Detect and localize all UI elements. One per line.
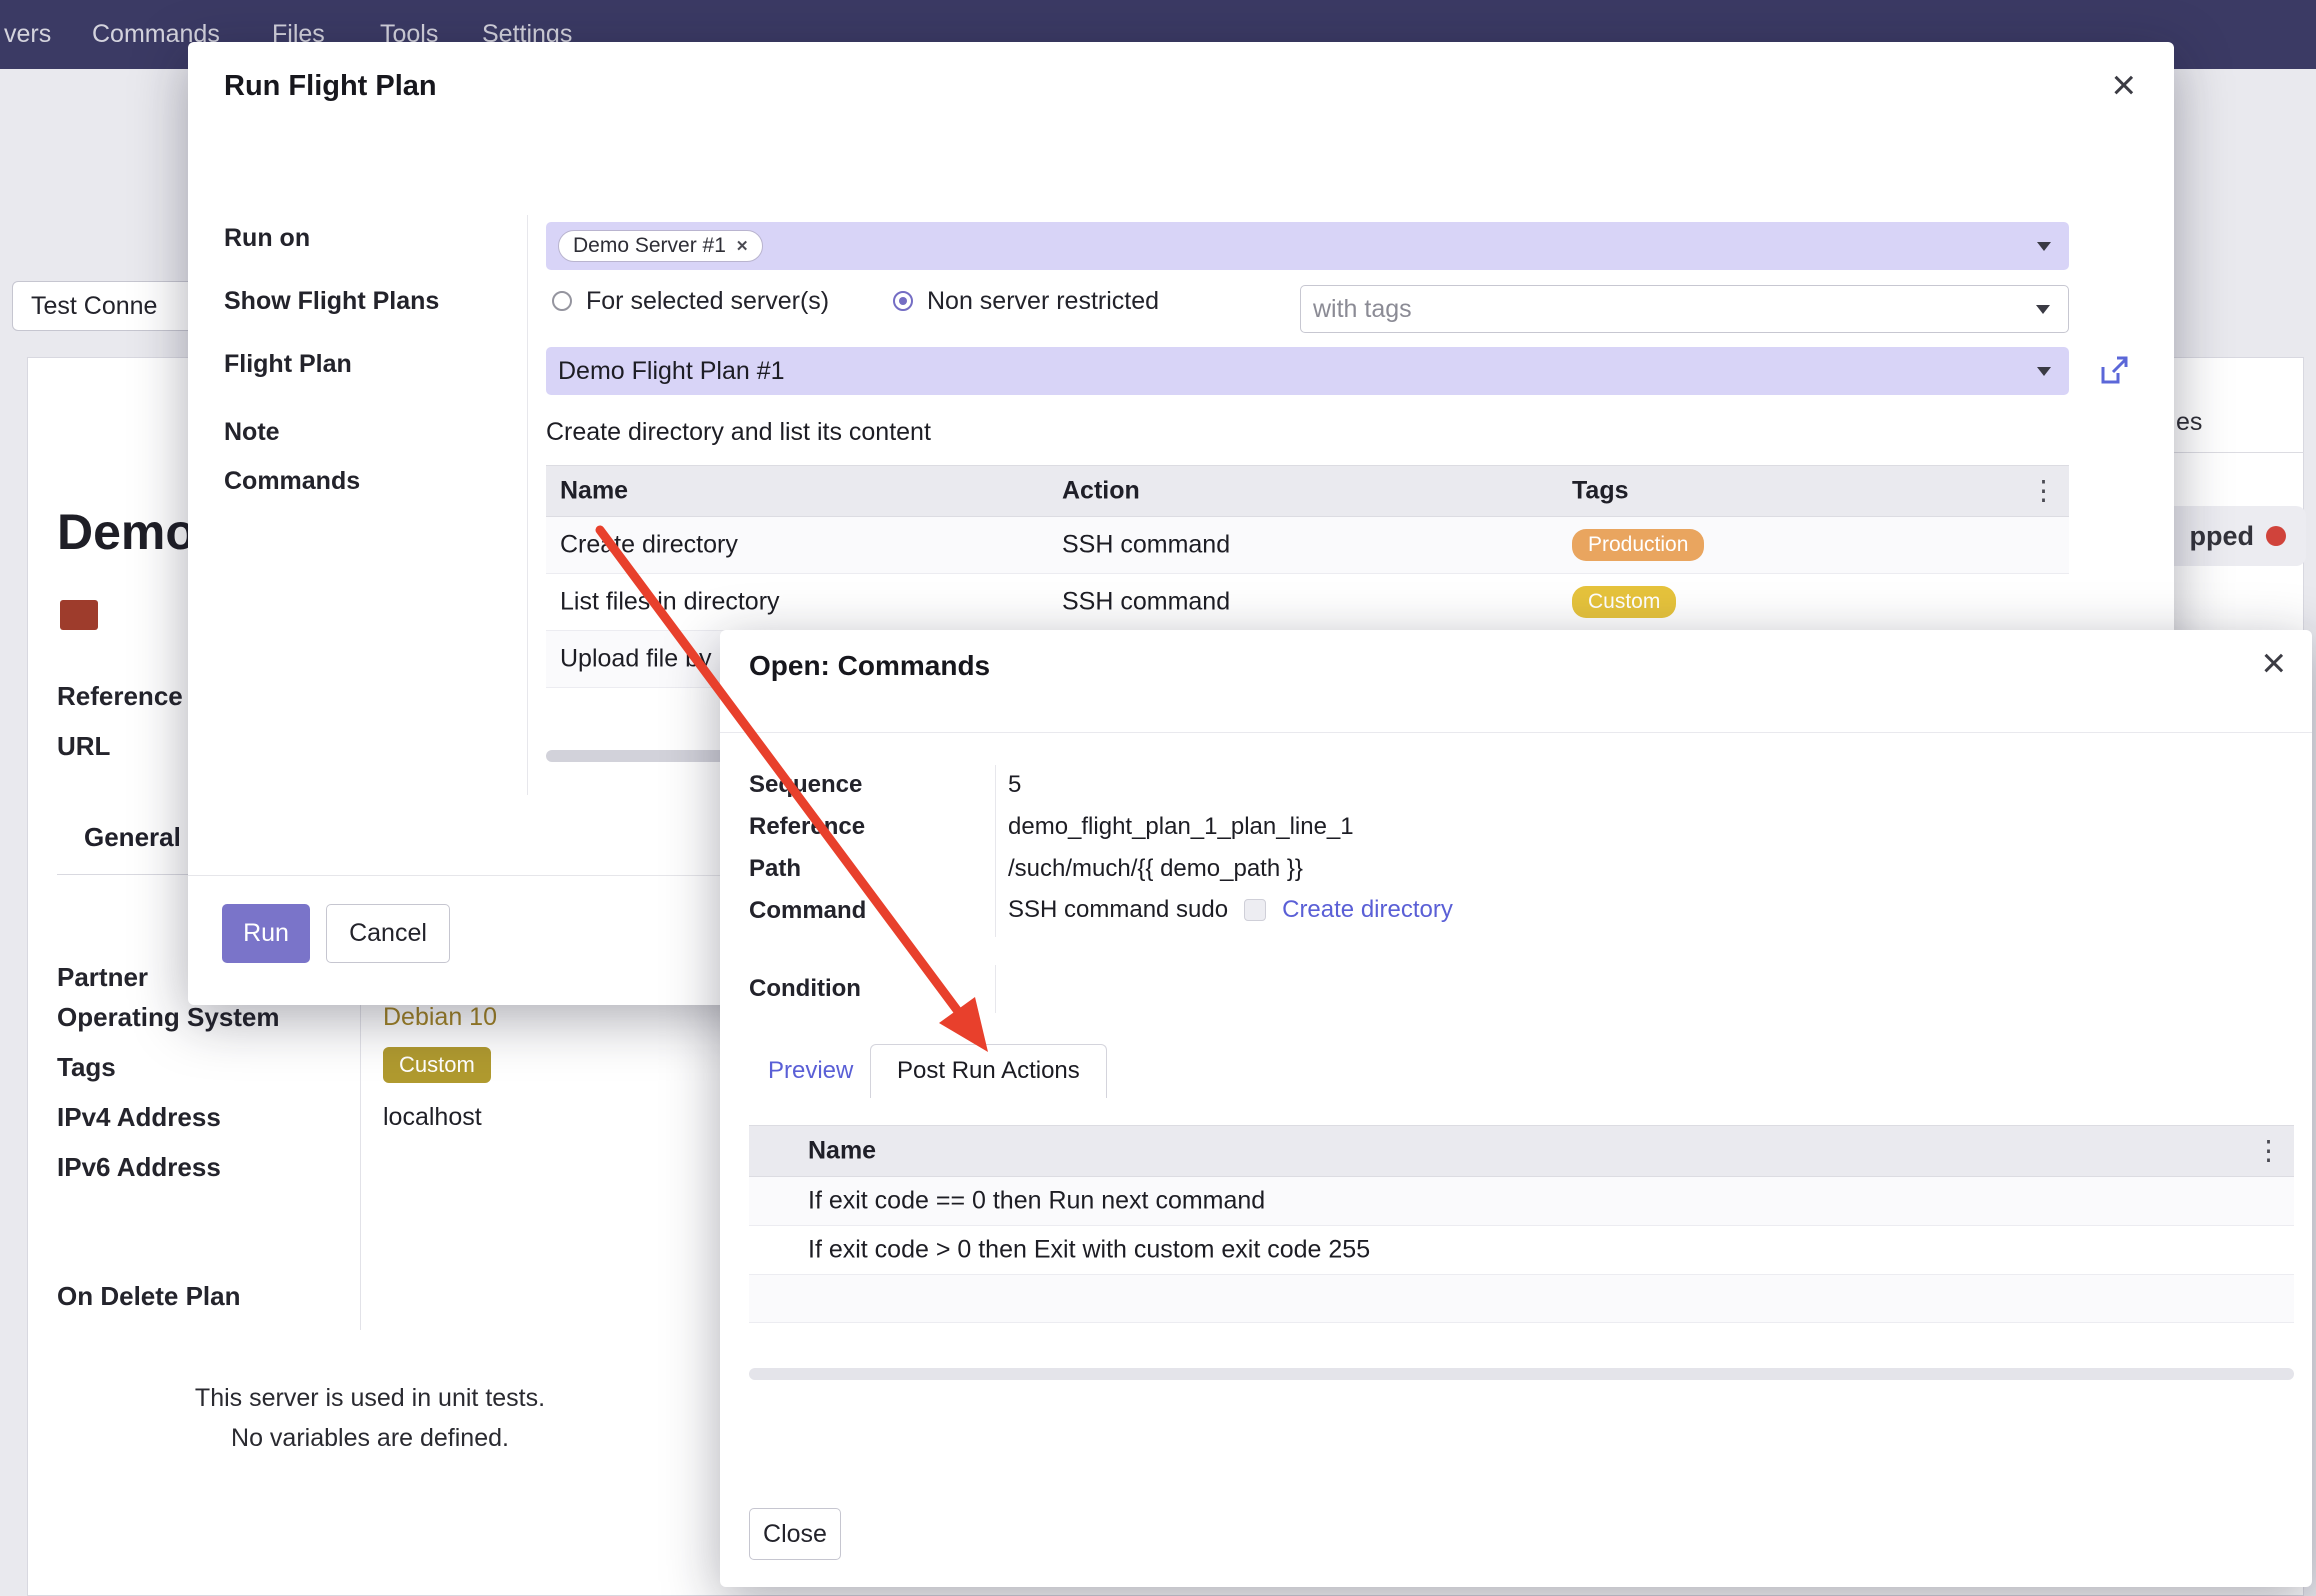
- tab-preview[interactable]: Preview: [768, 1044, 853, 1098]
- field-label-ipv6: IPv6 Address: [57, 1151, 221, 1183]
- cell-action-name: If exit code == 0 then Run next command: [808, 1187, 1265, 1216]
- table-row[interactable]: If exit code == 0 then Run next command: [749, 1177, 2294, 1226]
- run-on-select[interactable]: Demo Server #1 ✕: [546, 222, 2069, 270]
- cell-action: SSH command: [1062, 531, 1230, 560]
- col-tags[interactable]: Tags: [1572, 477, 1629, 506]
- create-directory-link[interactable]: Create directory: [1282, 896, 1453, 924]
- form-separator: [527, 215, 528, 795]
- tags-placeholder: with tags: [1313, 295, 1412, 324]
- field-label-on-delete-plan: On Delete Plan: [57, 1280, 241, 1312]
- label-reference: Reference: [749, 811, 865, 843]
- value-sequence: 5: [1008, 769, 1021, 801]
- radio-label-non-server-restricted[interactable]: Non server restricted: [927, 284, 1159, 318]
- col-name[interactable]: Name: [560, 477, 628, 506]
- cell-action: SSH command: [1062, 588, 1230, 617]
- tag-badge-custom: Custom: [383, 1047, 491, 1083]
- radio-non-server-restricted[interactable]: [893, 291, 913, 311]
- field-label-ipv4: IPv4 Address: [57, 1101, 221, 1133]
- status-stopped-dot: [2266, 526, 2286, 546]
- value-reference: demo_flight_plan_1_plan_line_1: [1008, 811, 1354, 843]
- close-icon[interactable]: ×: [2111, 64, 2136, 106]
- label-sequence: Sequence: [749, 769, 862, 801]
- flight-plan-select[interactable]: Demo Flight Plan #1: [546, 347, 2069, 395]
- color-swatch[interactable]: [60, 600, 98, 630]
- command-checkbox[interactable]: [1244, 899, 1266, 921]
- field-label-os: Operating System: [57, 1001, 280, 1033]
- radio-for-selected-servers[interactable]: [552, 291, 572, 311]
- chip-label: Demo Server #1: [573, 234, 726, 258]
- chip-remove-icon[interactable]: ✕: [736, 237, 749, 255]
- col-action[interactable]: Action: [1062, 477, 1140, 506]
- column-options-icon[interactable]: ⋮: [2255, 1136, 2282, 1167]
- tab-post-run-actions[interactable]: Post Run Actions: [870, 1044, 1107, 1098]
- chevron-down-icon: [2037, 242, 2051, 251]
- cancel-button[interactable]: Cancel: [326, 904, 450, 963]
- label-path: Path: [749, 853, 801, 885]
- label-commands: Commands: [224, 464, 360, 498]
- label-run-on: Run on: [224, 221, 310, 255]
- tab-general[interactable]: General: [84, 822, 181, 853]
- label-note: Note: [224, 415, 280, 449]
- unit-test-note: This server is used in unit tests. No va…: [150, 1378, 590, 1458]
- note-line-1: This server is used in unit tests.: [150, 1378, 590, 1418]
- post-run-actions-table: Name ⋮ If exit code == 0 then Run next c…: [749, 1125, 2294, 1323]
- table-row-empty: [749, 1275, 2294, 1323]
- note-line-2: No variables are defined.: [150, 1418, 590, 1458]
- actions-table-header: Name ⋮: [749, 1125, 2294, 1177]
- field-label-url: URL: [57, 730, 110, 762]
- commands-modal-title: Open: Commands: [749, 650, 990, 682]
- label-condition: Condition: [749, 973, 861, 1005]
- table-scrollbar[interactable]: [749, 1368, 2294, 1380]
- label-flight-plan: Flight Plan: [224, 347, 352, 381]
- cell-name: Create directory: [560, 531, 738, 560]
- fields-divider: [360, 962, 361, 1330]
- value-command: SSH command sudo: [1008, 896, 1228, 924]
- note-value: Create directory and list its content: [546, 415, 931, 449]
- external-link-icon[interactable]: [2096, 354, 2130, 388]
- value-path: /such/much/{{ demo_path }}: [1008, 853, 1303, 885]
- close-button[interactable]: Close: [749, 1508, 841, 1560]
- col-name[interactable]: Name: [808, 1137, 876, 1166]
- run-button[interactable]: Run: [222, 904, 310, 963]
- run-modal-title: Run Flight Plan: [224, 70, 437, 103]
- field-label-tags: Tags: [57, 1051, 116, 1083]
- field-label-reference: Reference: [57, 680, 183, 712]
- cell-action-name: If exit code > 0 then Exit with custom e…: [808, 1236, 1370, 1265]
- header-divider: [720, 732, 2312, 733]
- commands-table-header: Name Action Tags ⋮: [546, 465, 2069, 517]
- close-icon[interactable]: ×: [2261, 642, 2286, 684]
- table-row[interactable]: List files in directory SSH command Cust…: [546, 574, 2069, 631]
- cell-name: Upload file by: [560, 645, 711, 674]
- nav-item-servers[interactable]: vers: [4, 0, 51, 69]
- tags-filter-select[interactable]: with tags: [1300, 285, 2069, 333]
- form-separator: [995, 765, 996, 937]
- cell-name: List files in directory: [560, 588, 780, 617]
- open-commands-modal: Open: Commands × Sequence Reference Path…: [720, 630, 2312, 1587]
- flight-plan-value: Demo Flight Plan #1: [558, 357, 785, 386]
- form-separator: [995, 965, 996, 1013]
- server-title: Demo: [57, 503, 196, 561]
- radio-label-for-selected-servers[interactable]: For selected server(s): [586, 284, 829, 318]
- column-options-icon[interactable]: ⋮: [2030, 476, 2057, 507]
- label-command: Command: [749, 895, 866, 927]
- status-label: pped: [2190, 521, 2255, 552]
- tag-badge-production: Production: [1572, 529, 1704, 561]
- table-row[interactable]: If exit code > 0 then Exit with custom e…: [749, 1226, 2294, 1275]
- chevron-down-icon: [2036, 305, 2050, 314]
- server-chip[interactable]: Demo Server #1 ✕: [558, 230, 763, 262]
- chevron-down-icon: [2037, 367, 2051, 376]
- table-row[interactable]: Create directory SSH command Production: [546, 517, 2069, 574]
- panel-header-fragment: es: [2176, 408, 2202, 437]
- field-value-os[interactable]: Debian 10: [383, 1001, 497, 1033]
- field-value-ipv4: localhost: [383, 1101, 482, 1133]
- value-command-row: SSH command sudo Create directory: [1008, 892, 1453, 928]
- label-show-flight-plans: Show Flight Plans: [224, 284, 439, 318]
- field-label-partner: Partner: [57, 961, 148, 993]
- tag-badge-custom: Custom: [1572, 586, 1676, 618]
